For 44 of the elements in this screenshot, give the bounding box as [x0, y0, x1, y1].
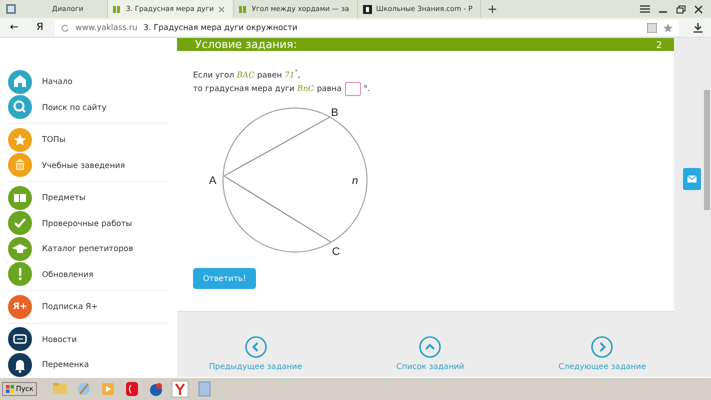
point-label: B: [331, 106, 338, 119]
sidebar-item[interactable]: ТОПы: [8, 127, 167, 152]
mail-icon: [687, 175, 697, 183]
favicon-icon: [363, 4, 372, 14]
address-field[interactable]: www.yaklass.ru 3. Градусная мера дуги окружности: [55, 20, 679, 36]
sidebar-item[interactable]: Новости: [8, 326, 167, 352]
sidebar-item[interactable]: Начало: [8, 69, 167, 94]
sidebar-item[interactable]: Каталог репетиторов: [8, 236, 167, 262]
point-label: C: [332, 246, 340, 258]
sidebar-item[interactable]: Учебные заведения: [8, 152, 167, 178]
sidebar-item[interactable]: Проверочные работы: [8, 210, 167, 236]
restore-icon: [676, 4, 686, 14]
arc-label: n: [352, 174, 358, 187]
sidebar-item[interactable]: Переменка: [8, 352, 167, 378]
card-title: Условие задания:: [195, 38, 298, 51]
url-text: www.yaklass.ru: [75, 23, 138, 32]
window-icon: [6, 4, 16, 14]
star-icon: [663, 22, 673, 32]
sidebar-item[interactable]: Предметы: [8, 185, 167, 210]
back-button[interactable]: ←: [0, 22, 28, 33]
menu-icon: [640, 5, 650, 13]
sidebar-item[interactable]: Обновления: [8, 262, 167, 287]
close-icon: [218, 6, 225, 12]
yandex-browser-icon[interactable]: [171, 380, 190, 398]
sidebar-item[interactable]: Я+ Подписка Я+: [8, 294, 167, 320]
point-label: A: [209, 174, 216, 187]
download-icon: [693, 22, 703, 32]
answer-field[interactable]: [344, 82, 361, 96]
favicon-icon: [113, 4, 122, 14]
close-icon: [694, 4, 703, 14]
scroll-thumb[interactable]: [704, 90, 710, 210]
reload-icon: [61, 24, 70, 32]
question-text: то градусная мера дуги BnC равна: [193, 82, 342, 95]
page-title: 3. Градусная мера дуги окружности: [143, 23, 298, 32]
sidebar-item[interactable]: Поиск по сайту: [8, 94, 167, 120]
badge-icon: Я+: [8, 294, 32, 319]
browser-logo[interactable]: Я: [28, 22, 56, 33]
new-tab-button[interactable]: +: [481, 0, 504, 18]
favicon-icon: [238, 4, 248, 14]
feedback-button[interactable]: [683, 168, 701, 190]
question-text: Если угол BAC равен 71$^{°}$,: [193, 68, 302, 82]
degree-sign: °.: [364, 82, 370, 95]
points-count: 2: [656, 41, 662, 51]
windows-logo-icon: [6, 385, 14, 393]
